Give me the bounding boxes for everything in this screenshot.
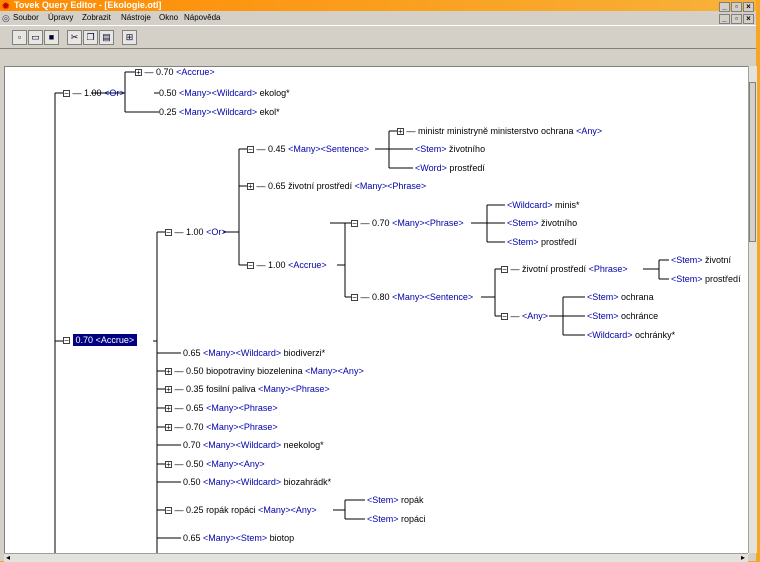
expand-icon[interactable]: + [165,424,172,432]
tree-node[interactable]: − — 1.00 <Or> [165,227,227,237]
collapse-icon[interactable]: − [165,507,172,515]
collapse-icon[interactable]: − [63,90,70,98]
expand-icon[interactable]: + [165,368,172,376]
save-icon[interactable]: ■ [44,30,59,45]
menu-nastroje[interactable]: Nástroje [121,12,151,24]
document-controls: _ ▫ × [718,13,754,25]
maximize-button[interactable]: ▫ [731,2,742,12]
tree-node[interactable]: 0.65 <Many><Wildcard> biodiverzi* [183,348,325,358]
collapse-icon[interactable]: − [165,229,172,237]
vertical-scrollbar[interactable] [748,66,757,553]
minimize-button[interactable]: _ [719,2,730,12]
tree-node[interactable]: − — 1.00 <Accrue> [247,260,327,270]
close-button[interactable]: × [743,2,754,12]
tree-node[interactable]: − — 0.80 <Many><Sentence> [351,292,473,302]
expand-icon[interactable]: + [165,461,172,469]
collapse-icon[interactable]: − [351,220,358,228]
tree-node[interactable]: <Stem> ropáci [367,514,426,524]
collapse-icon[interactable]: − [247,146,254,154]
tree-node[interactable]: + — 0.35 fosilní paliva <Many><Phrase> [165,384,330,394]
paste-icon[interactable]: ▤ [99,30,114,45]
tree-node[interactable]: − — životní prostředí <Phrase> [501,264,628,274]
tree-node[interactable]: 0.50 <Many><Wildcard> biozahrádk* [183,477,331,487]
tree-node[interactable]: <Stem> životního [507,218,577,228]
menu-napoveda[interactable]: Nápověda [184,12,220,24]
menu-okno[interactable]: Okno [159,12,178,24]
title-bar: ✹ Tovek Query Editor - [Ekologie.otl] _ ▫… [0,0,756,12]
cut-icon[interactable]: ✂ [67,30,82,45]
tree-node[interactable]: − — 1.00 <Or> [63,88,125,98]
menu-upravy[interactable]: Úpravy [48,12,73,24]
tree-node[interactable]: <Stem> ropák [367,495,424,505]
tree-node[interactable]: − — <Any> [501,311,548,321]
vertical-scroll-thumb[interactable] [749,82,756,242]
doc-close-button[interactable]: × [743,14,754,24]
find-icon[interactable]: ⊞ [122,30,137,45]
expand-icon[interactable]: + [165,405,172,413]
expand-icon[interactable]: + [247,183,254,191]
tree-node[interactable]: + — ministr ministryně ministerstvo ochr… [397,126,602,136]
tree-node[interactable]: <Stem> ochrana [587,292,654,302]
app-window: ✹ Tovek Query Editor - [Ekologie.otl] _ ▫… [0,0,757,562]
menu-zobrazit[interactable]: Zobrazit [82,12,111,24]
tree-node[interactable]: − — 0.25 ropák ropáci <Many><Any> [165,505,317,515]
tree-node[interactable]: + — 0.70 <Accrue> [135,67,215,77]
tree-node[interactable]: <Wildcard> minis* [507,200,580,210]
tree-node[interactable]: <Stem> životního [415,144,485,154]
tree-node[interactable]: + — 0.70 <Many><Phrase> [165,422,278,432]
tree-node[interactable]: 0.50 <Many><Wildcard> ekolog* [159,88,290,98]
tree-node[interactable]: 0.70 <Many><Wildcard> neekolog* [183,440,324,450]
open-icon[interactable]: ▭ [28,30,43,45]
tree-node[interactable]: + — 0.50 <Many><Any> [165,459,265,469]
tree-node[interactable]: − — 0.45 <Many><Sentence> [247,144,369,154]
collapse-icon[interactable]: − [63,337,70,345]
toolbar: ▫ ▭ ■ ✂ ❐ ▤ ⊞ [0,25,756,49]
collapse-icon[interactable]: − [351,294,358,302]
tree-node[interactable]: 0.65 <Many><Stem> biotop [183,533,294,543]
copy-icon[interactable]: ❐ [83,30,98,45]
query-tree-canvas[interactable]: + — 0.70 <Accrue> − — 1.00 <Or> 0.50 <Ma… [4,66,749,554]
window-title: Tovek Query Editor - [Ekologie.otl] [14,0,162,10]
tree-node[interactable]: <Stem> prostředí [507,237,577,247]
tree-node[interactable]: <Stem> prostředí [671,274,741,284]
expand-icon[interactable]: + [135,69,142,77]
tree-root-node[interactable]: − 0.70 <Accrue> [63,334,138,346]
doc-minimize-button[interactable]: _ [719,14,730,24]
tree-node[interactable]: <Stem> ochránce [587,311,658,321]
tree-node[interactable]: <Wildcard> ochránky* [587,330,675,340]
tree-node[interactable]: <Word> prostředí [415,163,485,173]
tree-node[interactable]: + — 0.50 biopotraviny biozelenina <Many>… [165,366,364,376]
menu-bar: ◎ Soubor Úpravy Zobrazit Nástroje Okno N… [0,12,756,24]
window-controls: _ ▫ × [718,1,754,12]
app-icon: ✹ [2,1,10,11]
menu-soubor[interactable]: Soubor [13,12,39,24]
tree-node[interactable]: + — 0.65 <Many><Phrase> [165,403,278,413]
collapse-icon[interactable]: − [501,313,508,321]
expand-icon[interactable]: + [397,128,404,136]
selected-node-label[interactable]: 0.70 <Accrue> [72,334,138,346]
doc-restore-button[interactable]: ▫ [731,14,742,24]
collapse-icon[interactable]: − [247,262,254,270]
expand-icon[interactable]: + [165,386,172,394]
collapse-icon[interactable]: − [501,266,508,274]
tree-node[interactable]: + — 0.65 životní prostředí <Many><Phrase… [247,181,426,191]
tree-node[interactable]: 0.25 <Many><Wildcard> ekol* [159,107,280,117]
document-icon[interactable]: ◎ [2,12,10,24]
new-icon[interactable]: ▫ [12,30,27,45]
tree-node[interactable]: <Stem> životní [671,255,731,265]
tree-node[interactable]: − — 0.70 <Many><Phrase> [351,218,464,228]
